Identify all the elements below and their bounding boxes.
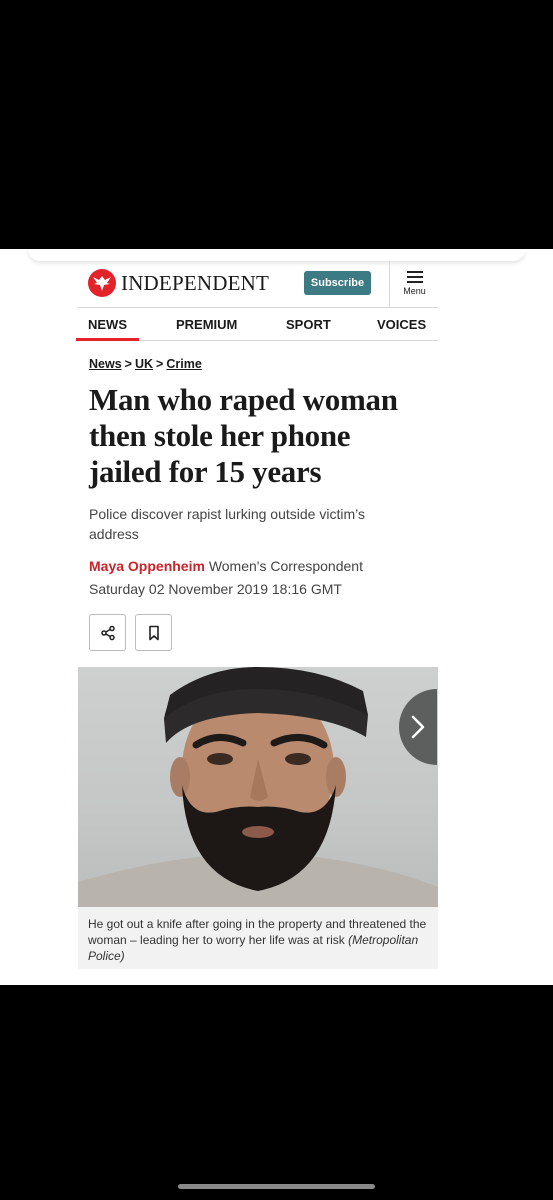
site-header: INDEPENDENT Subscribe Menu xyxy=(78,261,438,308)
breadcrumb-separator: > xyxy=(156,357,164,371)
breadcrumb-news[interactable]: News xyxy=(89,357,122,371)
author-link[interactable]: Maya Oppenheim xyxy=(89,558,205,574)
bookmark-icon xyxy=(148,625,159,640)
nav-item-premium[interactable]: PREMIUM xyxy=(176,317,237,332)
menu-button[interactable]: Menu xyxy=(389,261,439,307)
top-sheet xyxy=(28,249,525,261)
breadcrumb-separator: > xyxy=(124,357,132,371)
suspect-portrait-image xyxy=(78,667,438,907)
breadcrumb-uk[interactable]: UK xyxy=(135,357,153,371)
article-photo xyxy=(78,667,438,907)
independent-logo[interactable]: INDEPENDENT xyxy=(88,269,269,297)
article-standfirst: Police discover rapist lurking outside v… xyxy=(89,506,365,542)
chevron-right-icon xyxy=(411,715,425,739)
section-nav: NEWS PREMIUM SPORT VOICES xyxy=(76,308,438,341)
bookmark-button[interactable] xyxy=(135,614,172,651)
nav-item-voices[interactable]: VOICES xyxy=(377,317,426,332)
logo-wordmark: INDEPENDENT xyxy=(121,270,270,295)
share-icon xyxy=(100,625,115,640)
home-indicator[interactable] xyxy=(178,1184,375,1189)
nav-item-sport[interactable]: SPORT xyxy=(286,317,331,332)
article-screen: INDEPENDENT Subscribe Menu NEWS PREMIUM … xyxy=(0,249,553,985)
hamburger-icon xyxy=(406,271,423,283)
breadcrumb: News > UK > Crime xyxy=(89,357,202,371)
share-button[interactable] xyxy=(89,614,126,651)
publish-date: Saturday 02 November 2019 18:16 GMT xyxy=(89,581,342,597)
article-headline: Man who raped woman then stole her phone… xyxy=(89,382,398,489)
breadcrumb-crime[interactable]: Crime xyxy=(166,357,201,371)
subscribe-button[interactable]: Subscribe xyxy=(304,271,371,295)
author-role: Women's Correspondent xyxy=(208,558,363,574)
nav-item-news[interactable]: NEWS xyxy=(76,317,139,341)
byline: Maya Oppenheim Women's Correspondent xyxy=(89,558,363,574)
eagle-logo-icon xyxy=(88,269,116,297)
photo-caption: He got out a knife after going in the pr… xyxy=(78,907,438,969)
menu-label: Menu xyxy=(403,286,426,296)
